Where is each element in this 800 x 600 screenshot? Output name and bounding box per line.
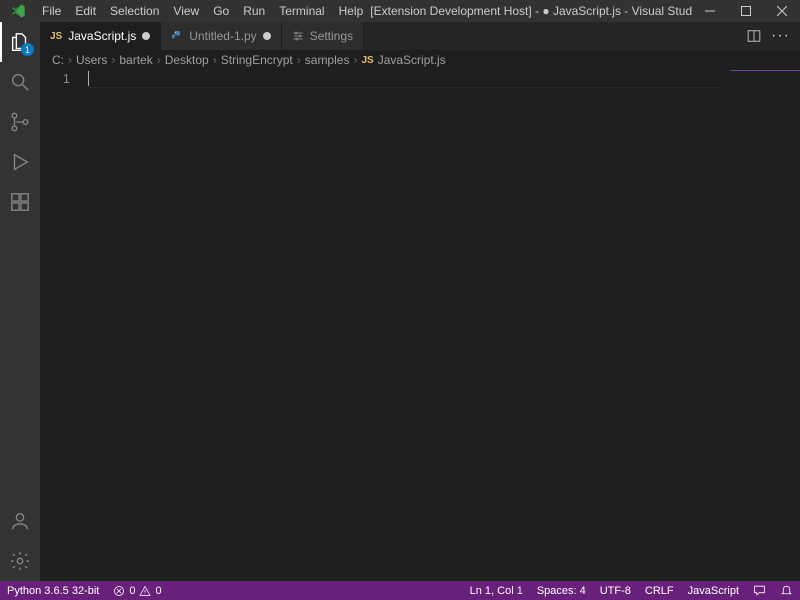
status-encoding[interactable]: UTF-8 bbox=[593, 581, 638, 600]
editor-ruler bbox=[88, 87, 720, 88]
activity-run-debug[interactable] bbox=[0, 142, 40, 182]
status-feedback[interactable] bbox=[746, 581, 773, 600]
status-eol[interactable]: CRLF bbox=[638, 581, 681, 600]
crumb-file-label: JavaScript.js bbox=[378, 53, 446, 67]
split-editor-button[interactable] bbox=[747, 29, 761, 43]
chevron-right-icon: › bbox=[297, 53, 301, 67]
error-count: 0 bbox=[129, 585, 135, 597]
warning-count: 0 bbox=[155, 585, 161, 597]
explorer-badge: 1 bbox=[21, 43, 34, 56]
status-indentation[interactable]: Spaces: 4 bbox=[530, 581, 593, 600]
dirty-indicator-icon bbox=[263, 32, 271, 40]
window-controls bbox=[692, 0, 800, 22]
dirty-indicator-icon bbox=[142, 32, 150, 40]
activity-extensions[interactable] bbox=[0, 182, 40, 222]
menu-help[interactable]: Help bbox=[332, 4, 371, 18]
settings-tab-icon bbox=[292, 30, 304, 42]
activity-settings[interactable] bbox=[0, 541, 40, 581]
search-icon bbox=[9, 71, 31, 93]
status-problems[interactable]: 0 0 bbox=[106, 581, 168, 600]
code-area[interactable] bbox=[88, 70, 800, 581]
error-icon bbox=[113, 585, 125, 597]
breadcrumb[interactable]: C: › Users › bartek › Desktop › StringEncryp… bbox=[40, 50, 800, 70]
menu-terminal[interactable]: Terminal bbox=[272, 4, 331, 18]
chevron-right-icon: › bbox=[68, 53, 72, 67]
menu-run[interactable]: Run bbox=[236, 4, 272, 18]
js-file-icon: JS bbox=[50, 31, 62, 42]
activity-search[interactable] bbox=[0, 62, 40, 102]
menu-go[interactable]: Go bbox=[206, 4, 236, 18]
gear-icon bbox=[9, 550, 31, 572]
activity-bar: 1 bbox=[0, 22, 40, 581]
status-notifications[interactable] bbox=[773, 581, 800, 600]
chevron-right-icon: › bbox=[213, 53, 217, 67]
feedback-icon bbox=[753, 584, 766, 597]
close-button[interactable] bbox=[764, 0, 800, 22]
crumb-users[interactable]: Users bbox=[76, 53, 107, 67]
tab-settings[interactable]: Settings bbox=[282, 22, 364, 50]
line-number: 1 bbox=[40, 71, 70, 86]
window-title: [Extension Development Host] - ● JavaScr… bbox=[370, 4, 692, 18]
chevron-right-icon: › bbox=[157, 53, 161, 67]
activity-source-control[interactable] bbox=[0, 102, 40, 142]
minimize-button[interactable] bbox=[692, 0, 728, 22]
status-language-mode[interactable]: JavaScript bbox=[681, 581, 746, 600]
python-file-icon bbox=[171, 30, 183, 42]
vscode-logo-icon bbox=[0, 3, 35, 19]
play-icon bbox=[9, 151, 31, 173]
menu-selection[interactable]: Selection bbox=[103, 4, 166, 18]
activity-accounts[interactable] bbox=[0, 501, 40, 541]
source-control-icon bbox=[9, 111, 31, 133]
tab-untitled-1-py[interactable]: Untitled-1.py bbox=[161, 22, 281, 50]
menu-bar: File Edit Selection View Go Run Terminal… bbox=[35, 4, 370, 18]
warning-icon bbox=[139, 585, 151, 597]
status-python-interpreter[interactable]: Python 3.6.5 32-bit bbox=[0, 581, 106, 600]
js-file-icon: JS bbox=[361, 55, 373, 66]
activity-explorer[interactable]: 1 bbox=[0, 22, 40, 62]
menu-file[interactable]: File bbox=[35, 4, 68, 18]
crumb-drive[interactable]: C: bbox=[52, 53, 64, 67]
crumb-samples[interactable]: samples bbox=[305, 53, 350, 67]
crumb-file[interactable]: JS JavaScript.js bbox=[361, 53, 445, 67]
crumb-bartek[interactable]: bartek bbox=[119, 53, 152, 67]
chevron-right-icon: › bbox=[111, 53, 115, 67]
chevron-right-icon: › bbox=[353, 53, 357, 67]
crumb-desktop[interactable]: Desktop bbox=[165, 53, 209, 67]
maximize-button[interactable] bbox=[728, 0, 764, 22]
tabs-bar: JS JavaScript.js Untitled-1.py Settings bbox=[40, 22, 800, 50]
account-icon bbox=[9, 510, 31, 532]
more-actions-button[interactable]: ··· bbox=[771, 27, 790, 45]
line-number-gutter: 1 bbox=[40, 70, 88, 581]
editor-area: JS JavaScript.js Untitled-1.py Settings bbox=[40, 22, 800, 581]
text-cursor bbox=[88, 71, 89, 86]
tab-label: Untitled-1.py bbox=[189, 29, 256, 43]
menu-view[interactable]: View bbox=[166, 4, 206, 18]
crumb-stringencrypt[interactable]: StringEncrypt bbox=[221, 53, 293, 67]
menu-edit[interactable]: Edit bbox=[68, 4, 103, 18]
tab-label: JavaScript.js bbox=[68, 29, 136, 43]
status-cursor-position[interactable]: Ln 1, Col 1 bbox=[463, 581, 530, 600]
extensions-icon bbox=[9, 191, 31, 213]
editor-body[interactable]: 1 bbox=[40, 70, 800, 581]
title-bar: File Edit Selection View Go Run Terminal… bbox=[0, 0, 800, 22]
tab-label: Settings bbox=[310, 29, 353, 43]
bell-icon bbox=[780, 584, 793, 597]
status-bar: Python 3.6.5 32-bit 0 0 Ln 1, Col 1 Spac… bbox=[0, 581, 800, 600]
tab-javascript-js[interactable]: JS JavaScript.js bbox=[40, 22, 161, 50]
